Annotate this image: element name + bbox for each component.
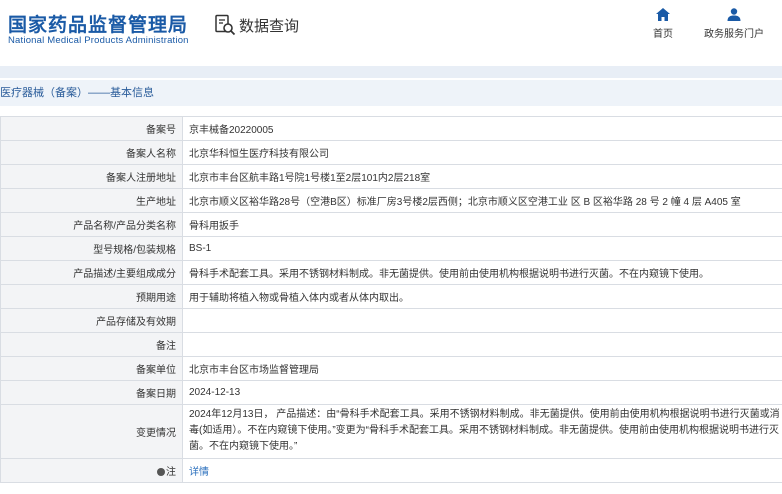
user-icon bbox=[727, 8, 741, 21]
row-label: 预期用途 bbox=[0, 284, 183, 309]
row-label: 备注 bbox=[0, 332, 183, 357]
table-row: 注 详情 bbox=[0, 458, 782, 483]
row-value: 骨科手术配套工具。采用不锈钢材料制成。非无菌提供。使用前由使用机构根据说明书进行… bbox=[182, 260, 782, 285]
row-label: 变更情况 bbox=[0, 404, 183, 459]
row-label: 备案日期 bbox=[0, 380, 183, 405]
nav-gov-portal[interactable]: 政务服务门户 bbox=[702, 8, 766, 40]
row-label: 产品描述/主要组成成分 bbox=[0, 260, 183, 285]
table-row: 备案人名称 北京华科恒生医疗科技有限公司 bbox=[0, 140, 782, 165]
site-logo-cn[interactable]: 国家药品监督管理局 bbox=[8, 10, 188, 37]
breadcrumb-section: 基本信息 bbox=[110, 87, 154, 99]
row-label: 备案号 bbox=[0, 116, 183, 141]
row-value: 北京市丰台区市场监督管理局 bbox=[182, 356, 782, 381]
row-value bbox=[182, 308, 782, 333]
info-table-wrapper: 备案号 京丰械备20220005 备案人名称 北京华科恒生医疗科技有限公司 备案… bbox=[0, 116, 782, 483]
breadcrumb: 医疗器械（备案）——基本信息 bbox=[0, 80, 782, 106]
table-row: 备案单位 北京市丰台区市场监督管理局 bbox=[0, 356, 782, 381]
home-icon bbox=[656, 8, 670, 21]
row-value: 北京市顺义区裕华路28号（空港B区）标准厂房3号楼2层西侧；北京市顺义区空港工业… bbox=[182, 188, 782, 213]
row-label: 产品存储及有效期 bbox=[0, 308, 183, 333]
breadcrumb-category[interactable]: 医疗器械（备案） bbox=[0, 87, 88, 99]
row-label: 备案单位 bbox=[0, 356, 183, 381]
details-link[interactable]: 详情 bbox=[189, 467, 209, 478]
site-header: 国家药品监督管理局 National Medical Products Admi… bbox=[0, 0, 782, 66]
table-row: 产品描述/主要组成成分 骨科手术配套工具。采用不锈钢材料制成。非无菌提供。使用前… bbox=[0, 260, 782, 285]
pin-icon bbox=[157, 468, 165, 477]
table-row: 生产地址 北京市顺义区裕华路28号（空港B区）标准厂房3号楼2层西侧；北京市顺义… bbox=[0, 188, 782, 213]
nav-home-label: 首页 bbox=[653, 29, 673, 40]
row-value: 详情 bbox=[182, 458, 782, 483]
row-value: 京丰械备20220005 bbox=[182, 116, 782, 141]
data-query-label: 数据查询 bbox=[239, 17, 300, 35]
table-row: 备案日期 2024-12-13 bbox=[0, 380, 782, 405]
row-value: 2024-12-13 bbox=[182, 380, 782, 405]
search-document-icon bbox=[215, 14, 236, 36]
nav-home[interactable]: 首页 bbox=[651, 8, 675, 40]
row-label: 备案人名称 bbox=[0, 140, 183, 165]
row-value bbox=[182, 332, 782, 357]
table-row: 型号规格/包装规格 BS-1 bbox=[0, 236, 782, 261]
row-value: BS-1 bbox=[182, 236, 782, 261]
row-value: 北京华科恒生医疗科技有限公司 bbox=[182, 140, 782, 165]
row-value: 2024年12月13日， 产品描述：由“骨科手术配套工具。采用不锈钢材料制成。非… bbox=[182, 404, 782, 459]
table-row: 预期用途 用于辅助将植入物或骨植入体内或者从体内取出。 bbox=[0, 284, 782, 309]
table-row: 备案人注册地址 北京市丰台区航丰路1号院1号楼1至2层101内2层218室 bbox=[0, 164, 782, 189]
table-row: 备注 bbox=[0, 332, 782, 357]
header-divider-band bbox=[0, 66, 782, 78]
row-label: 产品名称/产品分类名称 bbox=[0, 212, 183, 237]
row-label-note-text: 注 bbox=[166, 467, 176, 478]
row-label: 备案人注册地址 bbox=[0, 164, 183, 189]
table-row: 产品存储及有效期 bbox=[0, 308, 782, 333]
row-value: 用于辅助将植入物或骨植入体内或者从体内取出。 bbox=[182, 284, 782, 309]
table-row: 产品名称/产品分类名称 骨科用扳手 bbox=[0, 212, 782, 237]
site-logo-en[interactable]: National Medical Products Administration bbox=[8, 35, 189, 46]
table-row: 变更情况 2024年12月13日， 产品描述：由“骨科手术配套工具。采用不锈钢材… bbox=[0, 404, 782, 459]
table-row: 备案号 京丰械备20220005 bbox=[0, 116, 782, 141]
breadcrumb-separator: —— bbox=[88, 87, 110, 99]
nav-gov-portal-label: 政务服务门户 bbox=[704, 29, 764, 40]
row-label: 型号规格/包装规格 bbox=[0, 236, 183, 261]
row-value: 北京市丰台区航丰路1号院1号楼1至2层101内2层218室 bbox=[182, 164, 782, 189]
data-query-title: 数据查询 bbox=[214, 14, 299, 36]
info-table: 备案号 京丰械备20220005 备案人名称 北京华科恒生医疗科技有限公司 备案… bbox=[0, 116, 782, 483]
row-label-note: 注 bbox=[0, 458, 183, 483]
row-value: 骨科用扳手 bbox=[182, 212, 782, 237]
row-label: 生产地址 bbox=[0, 188, 183, 213]
